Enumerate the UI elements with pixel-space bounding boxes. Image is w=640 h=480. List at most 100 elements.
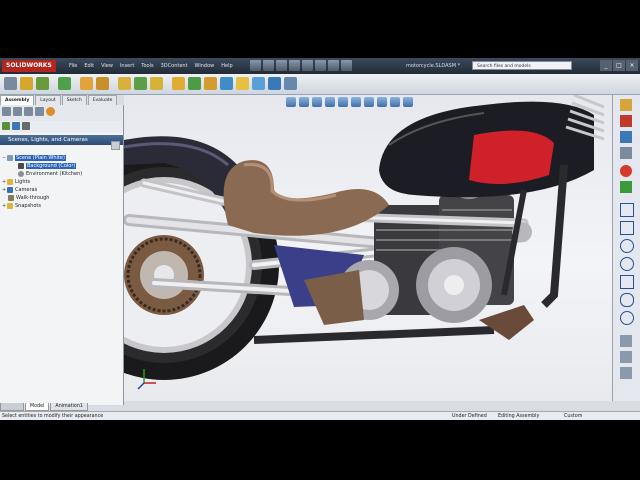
new-document-icon[interactable] (250, 60, 261, 71)
menu-window[interactable]: Window (192, 58, 218, 74)
smart-fasteners-icon[interactable] (58, 77, 71, 90)
custom-properties-icon[interactable] (620, 181, 632, 193)
status-mode[interactable]: Editing Assembly (498, 412, 539, 420)
resources-icon[interactable] (620, 99, 632, 111)
clearance-verification-icon[interactable] (236, 77, 249, 90)
rectangle-icon[interactable] (620, 221, 634, 235)
save-icon[interactable] (276, 60, 287, 71)
rear-sprocket (124, 235, 204, 315)
insert-components-icon[interactable] (4, 77, 17, 90)
appearances-icon[interactable] (2, 122, 10, 130)
component-pattern-icon[interactable] (36, 77, 49, 90)
rebuild-icon[interactable] (328, 60, 339, 71)
minimize-button[interactable]: _ (600, 60, 612, 71)
tree-item-lights[interactable]: + Lights (2, 178, 30, 186)
polygon-icon[interactable] (620, 311, 634, 325)
panel-options-icon[interactable] (111, 141, 120, 150)
motorcycle-model (124, 95, 605, 390)
spline-icon[interactable] (620, 275, 634, 289)
background-icon (18, 162, 24, 169)
mate-icon[interactable] (20, 77, 33, 90)
propertymanager-tab-icon[interactable] (13, 107, 22, 116)
print-icon[interactable] (289, 60, 300, 71)
search-input[interactable]: Search files and models (472, 61, 572, 70)
maximize-button[interactable]: □ (613, 60, 625, 71)
solidworks-window: SOLIDWORKS File Edit View Insert Tools 3… (0, 58, 640, 420)
trim-entities-icon[interactable] (620, 351, 632, 363)
move-component-icon[interactable] (80, 77, 93, 90)
command-manager-tabs: Assembly Layout Sketch Evaluate (0, 95, 118, 105)
menu-tools[interactable]: Tools (138, 58, 156, 74)
interference-detection-icon[interactable] (220, 77, 233, 90)
mirror-entities-icon[interactable] (620, 367, 632, 379)
seat (223, 160, 389, 236)
reference-geometry-icon[interactable] (134, 77, 147, 90)
status-definition: Under Defined (452, 414, 487, 419)
menu-edit[interactable]: Edit (81, 58, 97, 74)
status-units[interactable]: Custom (564, 412, 582, 420)
tab-evaluate[interactable]: Evaluate (87, 95, 118, 105)
hole-alignment-icon[interactable] (252, 77, 265, 90)
options-icon[interactable] (341, 60, 352, 71)
panel-tab-icons (0, 105, 123, 121)
scenes-lights-cameras-icon[interactable] (22, 122, 30, 130)
menu-view[interactable]: View (98, 58, 116, 74)
tab-animation1[interactable]: Animation1 (50, 403, 88, 411)
undo-icon[interactable] (302, 60, 313, 71)
configurationmanager-tab-icon[interactable] (24, 107, 33, 116)
tab-model[interactable]: Model (25, 403, 50, 411)
show-hidden-icon[interactable] (96, 77, 109, 90)
open-icon[interactable] (263, 60, 274, 71)
tab-scroll-arrows[interactable] (0, 403, 24, 411)
menu-bar: File Edit View Insert Tools 3DContent Wi… (66, 58, 236, 74)
quick-access-toolbar (250, 60, 352, 72)
display-manager-tab-icon[interactable] (46, 107, 55, 116)
model-tabs: Model Animation1 (0, 403, 89, 411)
tab-layout[interactable]: Layout (35, 95, 61, 105)
tree-item-cameras[interactable]: + Cameras (2, 186, 37, 194)
featuremanager-tab-icon[interactable] (2, 107, 11, 116)
file-explorer-icon[interactable] (620, 131, 632, 143)
menu-help[interactable]: Help (218, 58, 235, 74)
scene-icon (7, 154, 13, 161)
tree-item-background[interactable]: Background (Color) (18, 162, 77, 170)
design-library-icon[interactable] (620, 115, 632, 127)
slot-icon[interactable] (620, 293, 634, 307)
tab-sketch[interactable]: Sketch (61, 95, 87, 105)
view-palette-icon[interactable] (620, 147, 632, 159)
solidworks-logo[interactable]: SOLIDWORKS (2, 60, 56, 72)
instant3d-icon[interactable] (268, 77, 281, 90)
cameras-folder-icon (7, 186, 13, 193)
close-button[interactable]: × (626, 60, 638, 71)
explode-line-sketch-icon[interactable] (204, 77, 217, 90)
tab-assembly[interactable]: Assembly (0, 95, 35, 105)
title-bar: SOLIDWORKS File Edit View Insert Tools 3… (0, 58, 640, 74)
tree-item-snapshots[interactable]: + Snapshots (2, 202, 41, 210)
sketch-fillet-icon[interactable] (620, 335, 632, 347)
menu-3dcontent[interactable]: 3DContent (158, 58, 191, 74)
tree-item-walk-through[interactable]: Walk-through (8, 194, 49, 202)
new-motion-study-icon[interactable] (150, 77, 163, 90)
lower-frame-rail (253, 326, 495, 344)
lights-folder-icon (7, 178, 13, 185)
large-assembly-mode-icon[interactable] (284, 77, 297, 90)
decals-icon[interactable] (12, 122, 20, 130)
graphics-area[interactable] (124, 95, 612, 401)
dimxpert-tab-icon[interactable] (35, 107, 44, 116)
menu-insert[interactable]: Insert (117, 58, 137, 74)
circle-icon[interactable] (620, 239, 634, 253)
bill-of-materials-icon[interactable] (172, 77, 185, 90)
exploded-view-icon[interactable] (188, 77, 201, 90)
tree-item-scene[interactable]: − Scene (Plain White) (2, 154, 66, 162)
assembly-features-icon[interactable] (118, 77, 131, 90)
arc-icon[interactable] (620, 257, 634, 271)
display-manager-subtabs (0, 121, 123, 133)
status-hint: Select entities to modify their appearan… (2, 414, 104, 419)
appearances-scenes-icon[interactable] (620, 165, 632, 177)
line-icon[interactable] (620, 203, 634, 217)
menu-file[interactable]: File (66, 58, 80, 74)
feature-manager-panel: Scenes, Lights, and Cameras − Scene (Plai… (0, 105, 124, 405)
tree-item-environment[interactable]: Environment (Kitchen) (18, 170, 82, 178)
footpeg-bracket (479, 305, 534, 340)
select-icon[interactable] (315, 60, 326, 71)
